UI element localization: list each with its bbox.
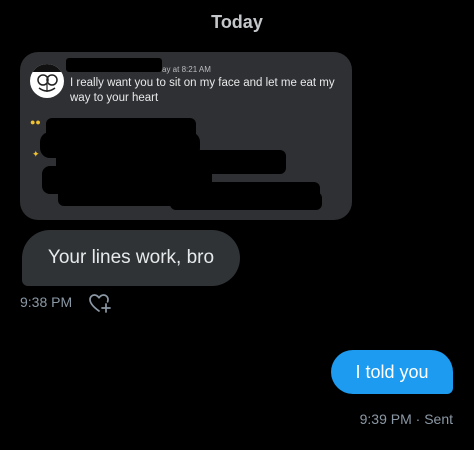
sparkle-icon: ✦ bbox=[32, 149, 40, 159]
heart-plus-icon[interactable] bbox=[88, 292, 112, 319]
redacted-media bbox=[170, 192, 322, 210]
shared-post-card[interactable]: ay at 8:21 AM I really want you to sit o… bbox=[20, 52, 352, 220]
redacted-username bbox=[66, 58, 162, 72]
received-message-bubble[interactable]: Your lines work, bro bbox=[22, 230, 240, 286]
post-text: I really want you to sit on my face and … bbox=[70, 77, 335, 104]
sparkle-icon: ●● bbox=[30, 117, 41, 127]
message-timestamp: 9:38 PM bbox=[20, 294, 73, 310]
message-status: 9:39 PM · Sent bbox=[359, 411, 453, 427]
cartoon-avatar-icon[interactable] bbox=[30, 64, 64, 98]
sent-message-bubble[interactable]: I told you bbox=[331, 350, 453, 394]
post-timestamp: ay at 8:21 AM bbox=[162, 65, 211, 74]
date-header: Today bbox=[211, 12, 263, 32]
